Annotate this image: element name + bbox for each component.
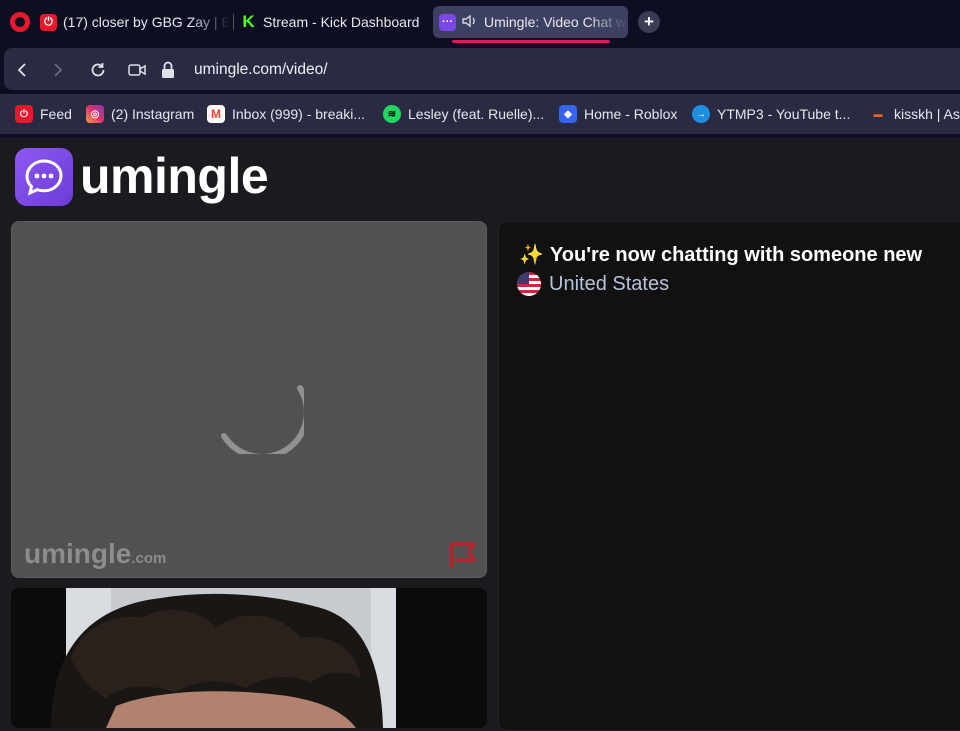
gmail-icon: M xyxy=(207,105,225,123)
youtube-tab-icon: ⏻ xyxy=(40,13,57,31)
tab-title: Stream - Kick Dashboard xyxy=(263,14,420,30)
chat-panel: ✨ You're now chatting with someone new Un… xyxy=(498,221,960,731)
new-tab-button[interactable]: + xyxy=(638,11,660,33)
tab-youtube[interactable]: ⏻ (17) closer by GBG Zay | Ba xyxy=(40,6,230,38)
umingle-tab-icon: ··· xyxy=(439,13,456,31)
bookmark-feed[interactable]: ⏻ Feed xyxy=(15,104,72,124)
bookmark-roblox[interactable]: ◆ Home - Roblox xyxy=(559,104,677,124)
instagram-icon: ◎ xyxy=(86,105,104,123)
chat-status-message: ✨ You're now chatting with someone new xyxy=(519,244,923,266)
stranger-video: umingle.com xyxy=(11,221,487,578)
spotify-icon: ≋ xyxy=(383,105,401,123)
loading-spinner-icon xyxy=(221,385,304,454)
ytmp3-icon: → xyxy=(692,105,710,123)
browser-tab-bar: ⏻ (17) closer by GBG Zay | Ba K Stream -… xyxy=(0,0,960,44)
umingle-logo-icon[interactable] xyxy=(15,148,73,206)
lock-icon[interactable] xyxy=(158,60,178,80)
address-bar: umingle.com/video/ xyxy=(0,44,960,94)
self-video xyxy=(11,588,487,728)
speaker-icon[interactable] xyxy=(462,14,478,31)
tab-kick[interactable]: K Stream - Kick Dashboard xyxy=(240,6,425,38)
bookmark-kisskh[interactable]: ▬ kisskh | Asi xyxy=(869,104,960,124)
reload-icon[interactable] xyxy=(88,60,108,80)
sparkles-icon: ✨ xyxy=(519,244,544,266)
camera-icon[interactable] xyxy=(127,60,147,80)
bookmark-instagram[interactable]: ◎ (2) Instagram xyxy=(86,104,194,124)
active-tab-indicator xyxy=(452,40,610,43)
url-field[interactable]: umingle.com/video/ xyxy=(194,61,328,79)
kisskh-icon: ▬ xyxy=(869,105,887,123)
report-flag-icon[interactable] xyxy=(448,540,480,570)
back-icon[interactable] xyxy=(12,60,32,80)
bookmark-spotify[interactable]: ≋ Lesley (feat. Ruelle)... xyxy=(383,104,544,124)
umingle-page: umingle umingle.com ✨ You're now chatting… xyxy=(0,134,960,731)
us-flag-icon xyxy=(517,272,541,296)
kick-tab-icon: K xyxy=(240,12,257,31)
bookmarks-bar: ⏻ Feed ◎ (2) Instagram M Inbox (999) - b… xyxy=(0,94,960,134)
bookmark-gmail[interactable]: M Inbox (999) - breaki... xyxy=(207,104,365,124)
umingle-watermark: umingle.com xyxy=(24,538,167,569)
bookmark-ytmp3[interactable]: → YTMP3 - YouTube t... xyxy=(692,104,850,124)
forward-icon[interactable] xyxy=(48,60,68,80)
partner-country: United States xyxy=(517,272,669,296)
opera-menu-icon[interactable] xyxy=(10,12,30,32)
self-camera-feed xyxy=(11,588,487,728)
tab-umingle-active[interactable]: ··· Umingle: Video Chat w xyxy=(433,6,628,38)
umingle-logo-text[interactable]: umingle xyxy=(80,147,269,205)
feed-icon: ⏻ xyxy=(15,105,33,123)
roblox-icon: ◆ xyxy=(559,105,577,123)
